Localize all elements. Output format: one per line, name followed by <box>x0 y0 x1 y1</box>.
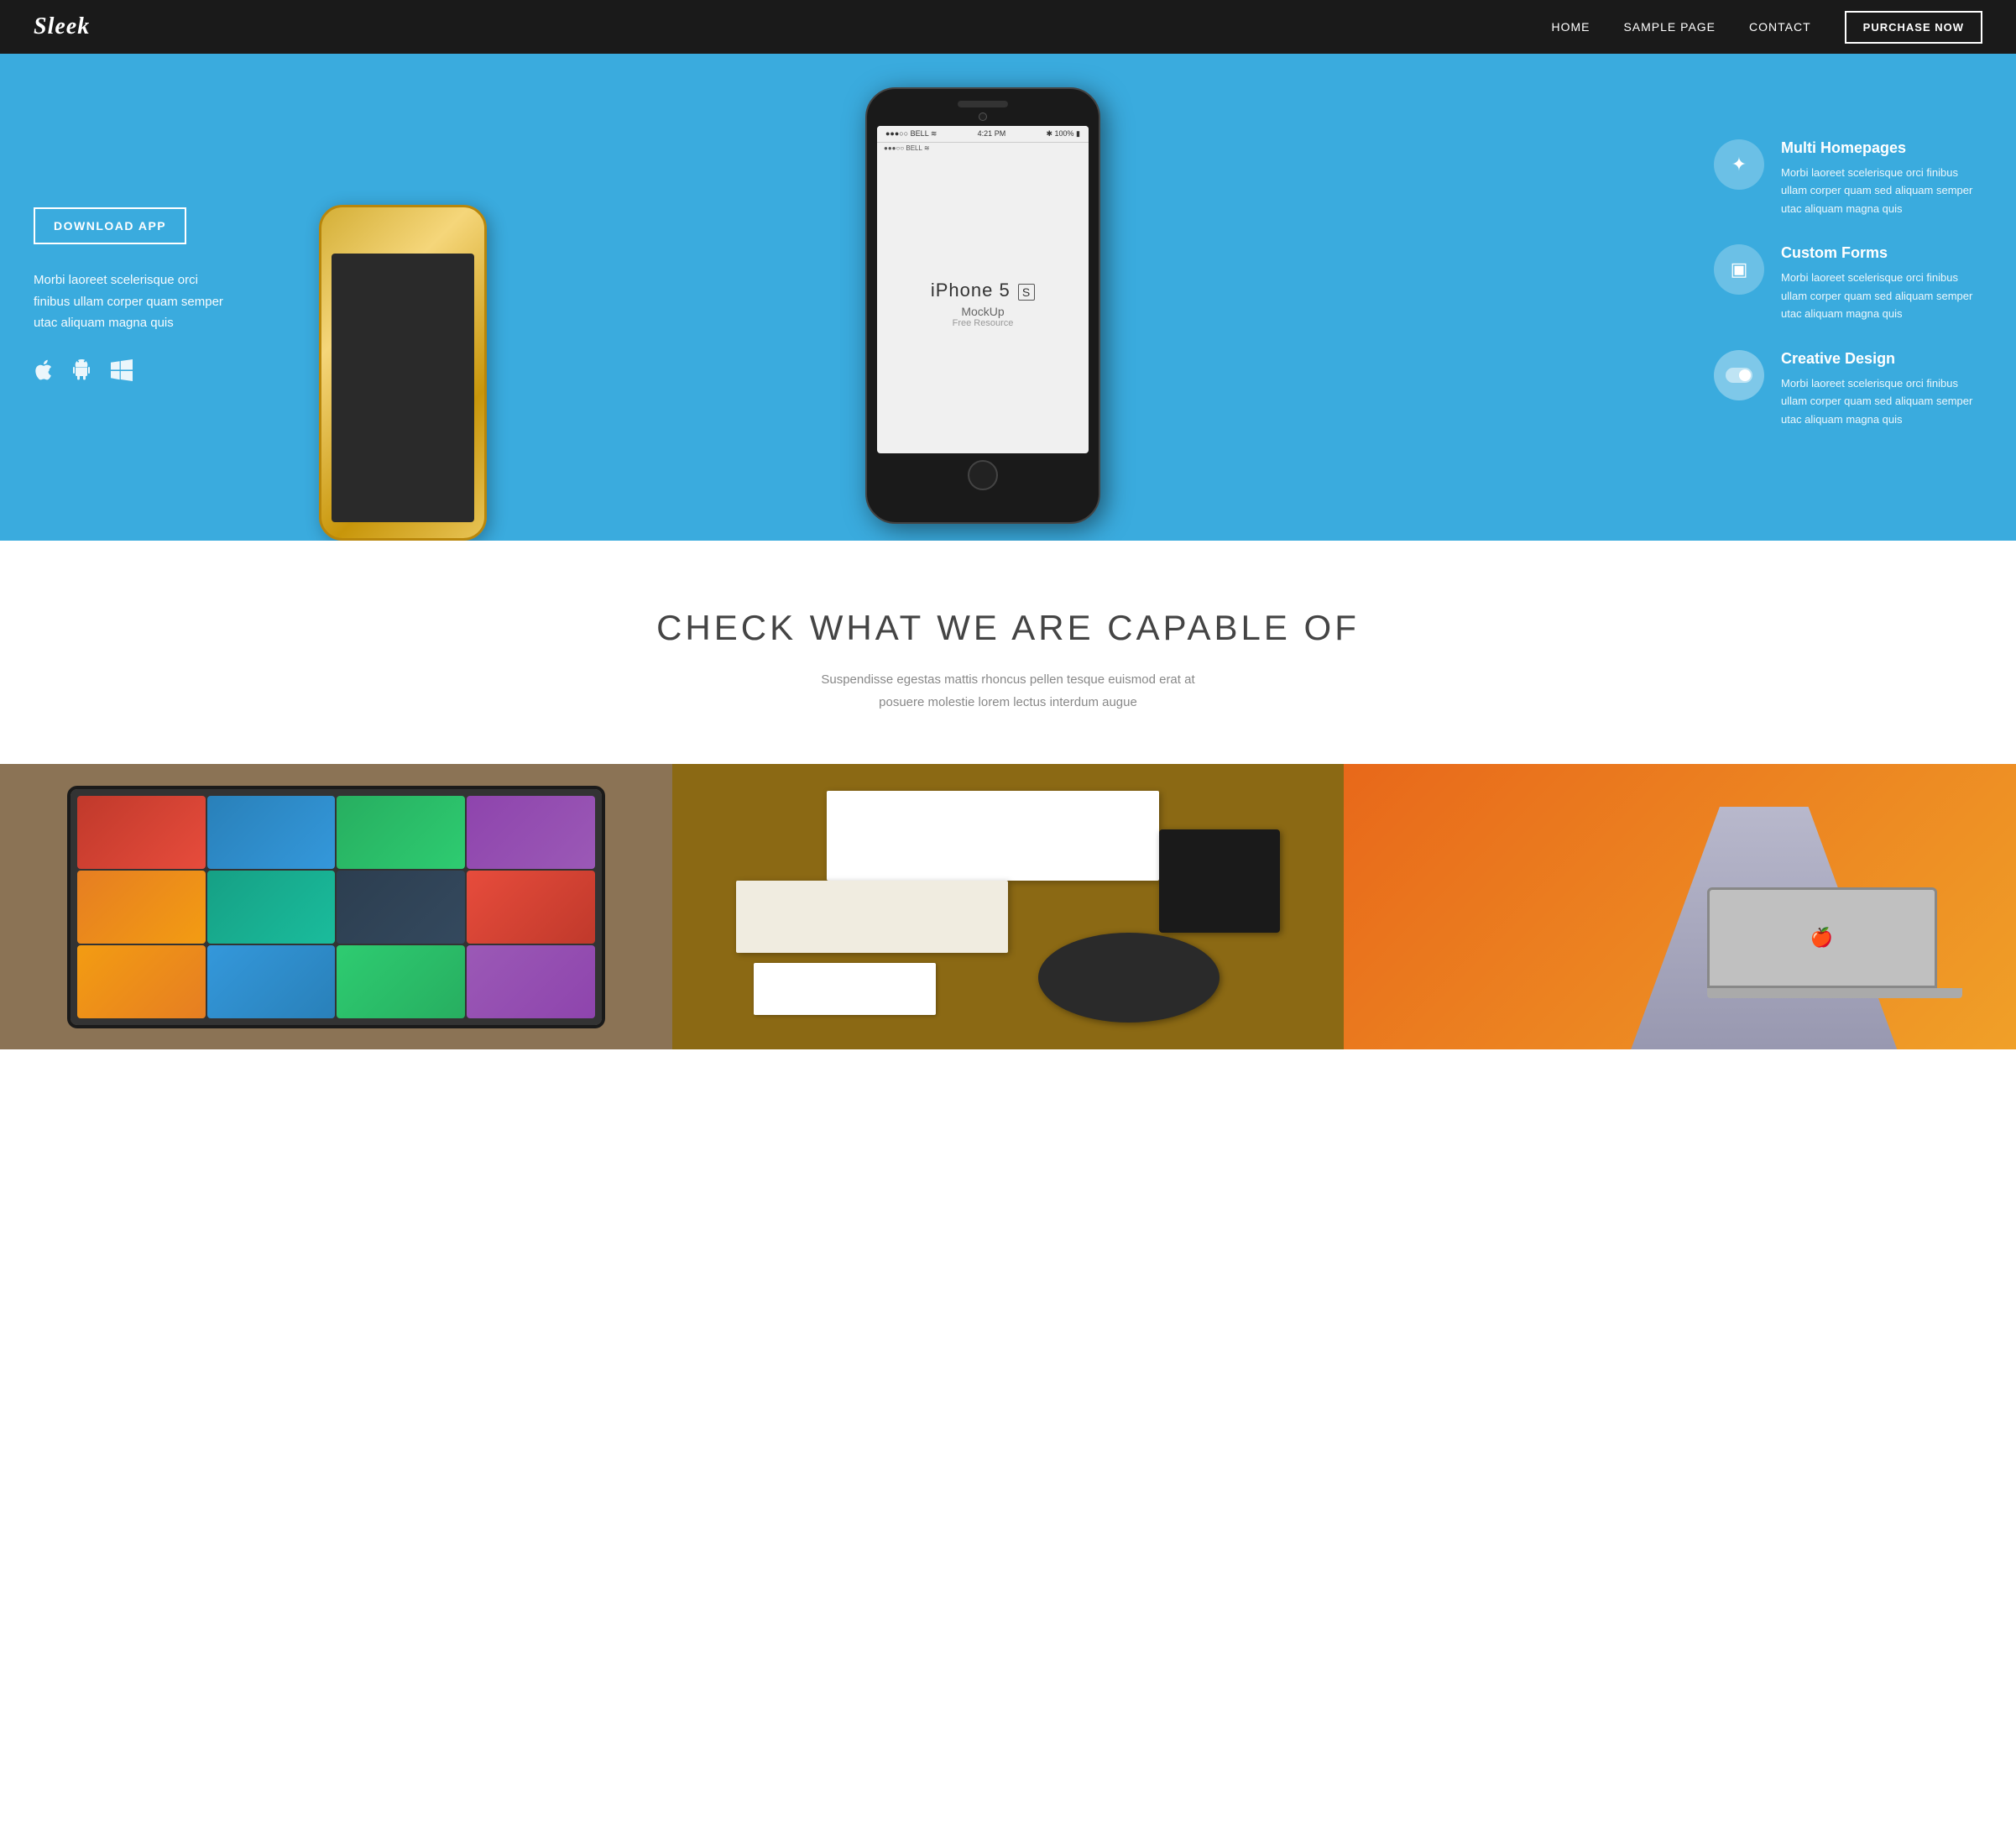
tablet-mockup <box>0 764 672 1049</box>
download-app-button[interactable]: DOWNLOAD APP <box>34 207 186 244</box>
phone-model-text: iPhone 5 <box>931 280 1011 301</box>
laptop-base <box>1707 988 1962 998</box>
multi-homepages-title: Multi Homepages <box>1781 139 1982 157</box>
phone-status-bar: ●●●○○ BELL ≋ 4:21 PM ✱ 100% ▮ <box>877 126 1089 142</box>
purchase-now-button[interactable]: PURCHASE NOW <box>1845 11 1982 44</box>
hero-left: DOWNLOAD APP Morbi laoreet scelerisque o… <box>0 157 269 437</box>
phone-front: ●●●○○ BELL ≋ 4:21 PM ✱ 100% ▮ ●●●○○ BELL… <box>865 87 1100 524</box>
stationery-card2 <box>736 881 1008 953</box>
multi-homepages-text: Multi Homepages Morbi laoreet scelerisqu… <box>1781 139 1982 217</box>
portfolio-grid: 🍎 <box>0 764 2016 1049</box>
laptop-screen: 🍎 <box>1707 887 1937 988</box>
nav-links: HOME SAMPLE PAGE CONTACT PURCHASE NOW <box>1551 11 1982 44</box>
tablet-thumb-9 <box>77 945 206 1018</box>
creative-design-title: Creative Design <box>1781 350 1982 368</box>
windows-icon <box>111 359 133 387</box>
navbar: Sleek HOME SAMPLE PAGE CONTACT PURCHASE … <box>0 0 2016 54</box>
hero-features: ✦ Multi Homepages Morbi laoreet sceleris… <box>1697 106 2016 489</box>
feature-creative-design: Creative Design Morbi laoreet scelerisqu… <box>1714 350 1982 428</box>
creative-design-desc: Morbi laoreet scelerisque orci finibus u… <box>1781 374 1982 428</box>
portfolio-stationery[interactable] <box>672 764 1345 1049</box>
laptop-area: 🍎 <box>1707 887 1962 998</box>
tablet-thumb-1 <box>77 796 206 869</box>
tablet-thumb-6 <box>207 871 336 944</box>
tablet-thumb-11 <box>337 945 465 1018</box>
stationery-small <box>754 963 935 1014</box>
tablet-thumb-10 <box>207 945 336 1018</box>
phone-screen: ●●●○○ BELL ≋ 4:21 PM ✱ 100% ▮ ●●●○○ BELL… <box>877 126 1089 453</box>
custom-forms-icon: ▣ <box>1714 244 1764 295</box>
feature-custom-forms: ▣ Custom Forms Morbi laoreet scelerisque… <box>1714 244 1982 322</box>
creative-design-icon <box>1714 350 1764 400</box>
capabilities-subtitle-line2: posuere molestie lorem lectus interdum a… <box>879 695 1137 709</box>
phone-content: iPhone 5 S MockUp Free Resource <box>914 154 1052 453</box>
custom-forms-desc: Morbi laoreet scelerisque orci finibus u… <box>1781 269 1982 322</box>
tablet-screen <box>71 789 602 1025</box>
phone-back-screen <box>332 254 474 522</box>
status-battery: ✱ 100% ▮ <box>1046 129 1080 139</box>
nav-contact[interactable]: CONTACT <box>1749 20 1811 34</box>
hero-description: Morbi laoreet scelerisque orci finibus u… <box>34 269 235 334</box>
custom-forms-title: Custom Forms <box>1781 244 1982 262</box>
tablet-thumb-4 <box>467 796 595 869</box>
capabilities-section: CHECK WHAT WE ARE CAPABLE OF Suspendisse… <box>0 541 2016 764</box>
carrier-label: ●●●○○ BELL ≋ <box>884 144 930 152</box>
phone-speaker <box>958 101 1008 107</box>
tablet-thumb-3 <box>337 796 465 869</box>
capabilities-subtitle-line1: Suspendisse egestas mattis rhoncus pelle… <box>821 672 1194 687</box>
tablet-thumb-12 <box>467 945 595 1018</box>
portfolio-workspace[interactable]: 🍎 <box>1344 764 2016 1049</box>
capabilities-subtitle: Suspendisse egestas mattis rhoncus pelle… <box>34 668 1982 714</box>
tablet-thumb-7 <box>337 871 465 944</box>
hero-section: DOWNLOAD APP Morbi laoreet scelerisque o… <box>0 54 2016 541</box>
nav-home[interactable]: HOME <box>1551 20 1590 34</box>
platform-icons <box>34 359 235 387</box>
tablet-thumb-5 <box>77 871 206 944</box>
phone-mockup-label: MockUp <box>961 305 1004 318</box>
portfolio-tablet[interactable] <box>0 764 672 1049</box>
capabilities-title: CHECK WHAT WE ARE CAPABLE OF <box>34 608 1982 648</box>
apple-logo: 🍎 <box>1810 927 1833 949</box>
phone-camera <box>979 112 987 121</box>
phone-free-resource: Free Resource <box>953 318 1014 328</box>
status-time: 4:21 PM <box>978 129 1006 139</box>
tablet-device <box>67 786 605 1028</box>
stationery-device <box>1159 829 1280 932</box>
site-logo[interactable]: Sleek <box>34 13 90 40</box>
custom-forms-text: Custom Forms Morbi laoreet scelerisque o… <box>1781 244 1982 322</box>
stationery-card1 <box>827 791 1159 881</box>
laptop-mockup: 🍎 <box>1344 764 2016 1049</box>
ios-icon <box>34 359 52 387</box>
stationery-inner <box>706 778 1311 1035</box>
android-icon <box>71 359 92 387</box>
phone-home-button[interactable] <box>968 460 998 490</box>
creative-design-text: Creative Design Morbi laoreet scelerisqu… <box>1781 350 1982 428</box>
carrier-row: ●●●○○ BELL ≋ <box>877 143 1089 154</box>
phone-variant-badge: S <box>1018 284 1035 301</box>
tablet-thumb-8 <box>467 871 595 944</box>
toggle-icon <box>1726 368 1752 383</box>
phone-back <box>319 205 487 541</box>
stationery-mockup <box>672 764 1345 1049</box>
hero-phones: ●●●○○ BELL ≋ 4:21 PM ✱ 100% ▮ ●●●○○ BELL… <box>269 54 1697 541</box>
multi-homepages-icon: ✦ <box>1714 139 1764 190</box>
status-carrier: ●●●○○ BELL ≋ <box>885 129 937 139</box>
multi-homepages-desc: Morbi laoreet scelerisque orci finibus u… <box>1781 164 1982 217</box>
phone-model-title: iPhone 5 S <box>931 280 1035 301</box>
feature-multi-homepages: ✦ Multi Homepages Morbi laoreet sceleris… <box>1714 139 1982 217</box>
tablet-thumb-2 <box>207 796 336 869</box>
stationery-stamp <box>1038 933 1220 1023</box>
nav-sample-page[interactable]: SAMPLE PAGE <box>1623 20 1716 34</box>
